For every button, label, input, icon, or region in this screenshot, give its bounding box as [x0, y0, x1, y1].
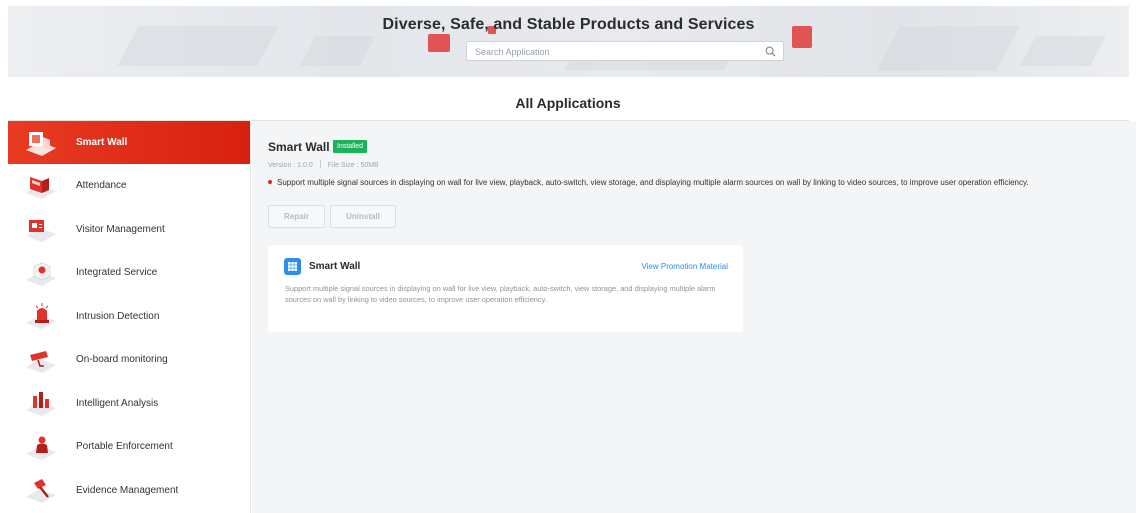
banner-decoration — [1020, 36, 1106, 66]
sidebar-item-attendance[interactable]: Attendance — [8, 164, 250, 208]
sidebar-item-label: Attendance — [76, 180, 127, 192]
evidence-management-icon — [22, 475, 58, 505]
banner-title: Diverse, Safe, and Stable Products and S… — [382, 16, 755, 33]
sidebar-item-label: Evidence Management — [76, 484, 179, 496]
search-box[interactable] — [466, 41, 784, 61]
portable-enforcement-icon — [22, 432, 58, 462]
status-badge: Installed — [333, 140, 368, 153]
intelligent-analysis-icon — [22, 388, 58, 418]
app-meta: Version : 1.0.0 File Size : 50MB — [268, 160, 379, 169]
sidebar-item-on-board-monitoring[interactable]: On-board monitoring — [8, 338, 250, 382]
sidebar-item-label: Intelligent Analysis — [76, 397, 159, 409]
integrated-service-icon — [22, 258, 58, 288]
sidebar-item-label: Visitor Management — [76, 223, 165, 235]
on-board-monitoring-icon — [22, 345, 58, 375]
sidebar-item-evidence-management[interactable]: Evidence Management — [8, 469, 250, 513]
sidebar-item-label: Smart Wall — [76, 137, 128, 148]
smart-wall-icon — [22, 128, 58, 158]
app-grid-icon — [284, 258, 301, 275]
banner-decoration — [428, 34, 450, 52]
promotion-title: Smart Wall — [309, 261, 361, 272]
app-detail-panel: Smart Wall Installed Version : 1.0.0 File… — [252, 121, 1136, 513]
sidebar-item-portable-enforcement[interactable]: Portable Enforcement — [8, 425, 250, 469]
visitor-management-icon — [22, 214, 58, 244]
header-banner: Diverse, Safe, and Stable Products and S… — [8, 6, 1129, 77]
promotion-text: Support multiple signal sources in displ… — [285, 284, 716, 304]
intrusion-detection-icon — [22, 301, 58, 331]
attendance-icon — [22, 171, 58, 201]
sidebar-item-label: Intrusion Detection — [76, 310, 160, 322]
repair-button[interactable]: Repair — [268, 205, 325, 228]
bullet-dot — [268, 180, 272, 184]
search-input[interactable] — [467, 43, 783, 61]
view-promotion-link[interactable]: View Promotion Material — [641, 262, 728, 271]
app-name: Smart Wall — [268, 140, 330, 154]
description-text: Support multiple signal sources in displ… — [277, 178, 1029, 187]
app-description: Support multiple signal sources in displ… — [268, 178, 1029, 187]
sidebar-item-label: Portable Enforcement — [76, 441, 173, 453]
uninstall-button[interactable]: Uninstall — [330, 205, 396, 228]
promotion-card: Smart Wall View Promotion Material Suppo… — [268, 245, 743, 332]
search-icon[interactable] — [765, 46, 776, 57]
file-size-text: File Size : 50MB — [327, 162, 379, 169]
sidebar-item-smart-wall[interactable]: Smart Wall — [8, 121, 250, 164]
meta-separator — [319, 160, 321, 168]
banner-decoration — [300, 36, 376, 66]
version-text: Version : 1.0.0 — [268, 162, 313, 169]
sidebar-item-integrated-service[interactable]: Integrated Service — [8, 251, 250, 295]
sidebar-item-intelligent-analysis[interactable]: Intelligent Analysis — [8, 382, 250, 426]
app-category-sidebar: Smart Wall Attendance Visitor Management — [8, 121, 251, 513]
sidebar-item-label: Integrated Service — [76, 267, 158, 279]
sidebar-item-label: On-board monitoring — [76, 354, 168, 366]
sidebar-item-intrusion-detection[interactable]: Intrusion Detection — [8, 295, 250, 339]
page-title: All Applications — [515, 95, 621, 111]
sidebar-item-visitor-management[interactable]: Visitor Management — [8, 208, 250, 252]
